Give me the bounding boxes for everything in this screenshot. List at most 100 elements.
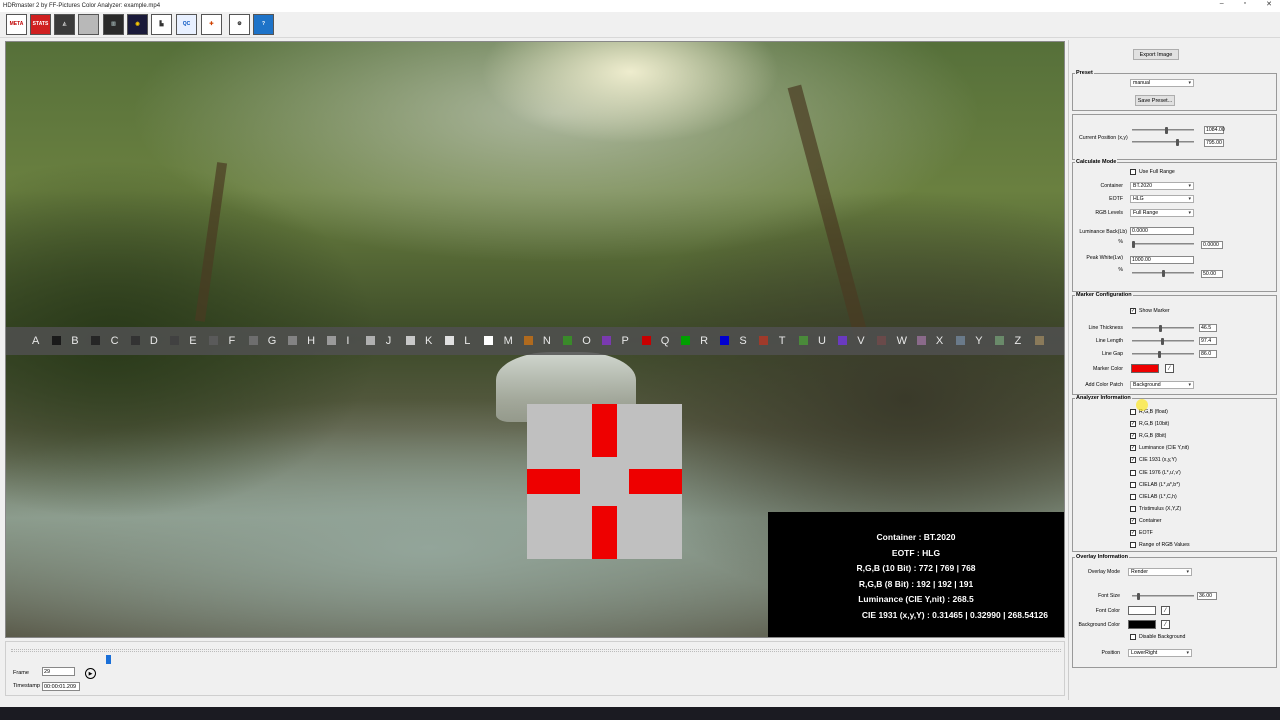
histogram-button[interactable]: ▙	[151, 14, 172, 35]
peak-white-label: Peak White(Lw)	[1086, 255, 1123, 261]
overlay-mode-select[interactable]: Render	[1128, 568, 1192, 576]
color-patch	[248, 336, 258, 345]
marker-config-title: Marker Configuration	[1075, 292, 1133, 298]
eyedropper-icon: ⁄	[1164, 608, 1166, 614]
marker-patch	[527, 404, 682, 559]
color-patch	[995, 336, 1005, 345]
export-image-button[interactable]: Export Image	[1133, 49, 1179, 60]
analyzer-item-checkbox[interactable]: CIELAB (L*,a*,b*)	[1130, 481, 1180, 488]
compare-button[interactable]: ✚	[201, 14, 222, 35]
marker-color-swatch[interactable]	[1131, 364, 1159, 373]
save-preset-button[interactable]: Save Preset...	[1135, 95, 1175, 106]
vectorscope-button[interactable]: ◉	[127, 14, 148, 35]
marker-color-picker-button[interactable]: ⁄	[1165, 364, 1174, 373]
luminance-back-input[interactable]: 0.0000	[1130, 227, 1194, 235]
help-button[interactable]: ?	[253, 14, 274, 35]
analyzer-item-checkbox[interactable]: ✓ EOTF	[1130, 530, 1153, 536]
gamut-button[interactable]: ◭	[54, 14, 75, 35]
background-color-swatch[interactable]	[1128, 620, 1156, 629]
position-y-input[interactable]: 795.00	[1204, 139, 1224, 147]
analyzer-item-checkbox[interactable]: ✓ R,G,B (8bit)	[1130, 433, 1166, 440]
patch-letter: S	[739, 335, 747, 347]
patch-letter: A	[32, 335, 40, 347]
use-full-range-checkbox[interactable]: Use Full Range	[1130, 169, 1175, 175]
timeline-thumb[interactable]	[105, 655, 111, 664]
eotf-label: EOTF	[1109, 196, 1123, 202]
analyzer-item-checkbox[interactable]: ✓ R,G,B (10bit)	[1130, 421, 1169, 428]
add-color-patch-select[interactable]: Background	[1130, 381, 1194, 389]
container-label: Container	[1100, 183, 1124, 189]
show-marker-checkbox[interactable]: ✓ Show Marker	[1130, 308, 1170, 314]
luminance-slider[interactable]	[1132, 241, 1194, 248]
patch-letter: L	[464, 335, 471, 347]
eotf-select[interactable]: HLG	[1130, 195, 1194, 203]
timestamp-input[interactable]: 00:00:01.209	[42, 682, 80, 691]
analyzer-item-checkbox[interactable]: Tristimulus (X,Y,Z)	[1130, 505, 1181, 512]
settings-button[interactable]: ⚙	[229, 14, 250, 35]
overlay-rgb8: R,G,B (8 Bit) : 192 | 192 | 191	[858, 578, 974, 589]
patch-letter: O	[582, 335, 591, 347]
waveform-button[interactable]: ▥	[103, 14, 124, 35]
analyzer-item-checkbox[interactable]: CIELAB (L*,C,h)	[1130, 493, 1177, 500]
stats-button[interactable]: STATS	[30, 14, 51, 35]
frame-input[interactable]: 29	[42, 667, 75, 676]
luminance-pct-input[interactable]: 0.0000	[1201, 241, 1223, 249]
patch-letter: I	[346, 335, 350, 347]
patch-letter: Y	[975, 335, 983, 347]
video-viewer[interactable]: A B C D E F G H I J K L M N O P Q R S T U V W X Y Z Container : B…	[5, 41, 1065, 638]
analyzer-item-checkbox[interactable]: ✓ CIE 1931 (x,y,Y)	[1130, 457, 1177, 464]
patch-letter: D	[149, 335, 158, 347]
analyzer-item-checkbox[interactable]: ✓ Container	[1130, 517, 1162, 524]
position-x-slider[interactable]	[1132, 127, 1194, 134]
line-thickness-slider[interactable]	[1132, 325, 1194, 332]
patch-letter: G	[267, 335, 277, 347]
analyzer-item-checkbox[interactable]: ✓ Luminance (CIE Y,nit)	[1130, 445, 1189, 452]
position-select[interactable]: LowerRight	[1128, 649, 1192, 657]
line-length-slider[interactable]	[1132, 338, 1194, 345]
meta-button[interactable]: META	[6, 14, 27, 35]
position-y-slider[interactable]	[1132, 139, 1194, 146]
color-patch	[955, 336, 965, 345]
color-patch	[523, 336, 533, 345]
analyzer-item-checkbox[interactable]: Range of RGB Values	[1130, 542, 1190, 549]
analyzer-overlay: Container : BT.2020 EOTF : HLG R,G,B (10…	[768, 512, 1064, 637]
qc-button[interactable]: QC	[176, 14, 197, 35]
peak-white-input[interactable]: 1000.00	[1130, 256, 1194, 264]
maximize-button[interactable]: ▫	[1244, 0, 1246, 8]
line-gap-input[interactable]: 86.0	[1199, 350, 1217, 358]
analyzer-item-checkbox[interactable]: R,G,B (float)	[1130, 409, 1168, 415]
color-patch	[327, 336, 337, 345]
play-button[interactable]: ▶	[85, 668, 96, 679]
position-x-input[interactable]: 1084.00	[1204, 126, 1225, 134]
background-color-picker-button[interactable]: ⁄	[1161, 620, 1170, 629]
preset-select[interactable]: manual	[1130, 79, 1194, 87]
container-select[interactable]: BT.2020	[1130, 182, 1194, 190]
color-patch	[680, 336, 690, 345]
background-color-label: Background Color	[1078, 622, 1120, 628]
peak-white-slider[interactable]	[1132, 270, 1194, 277]
peak-pct-input[interactable]: 50.00	[1201, 270, 1223, 278]
font-color-swatch[interactable]	[1128, 606, 1156, 615]
line-thickness-input[interactable]: 46.5	[1199, 324, 1217, 332]
timeline-slider[interactable]	[11, 649, 1061, 664]
close-button[interactable]: ✕	[1266, 0, 1272, 8]
title-bar: HDRmaster 2 by FF-Pictures Color Analyze…	[0, 0, 1280, 12]
patch-letter: E	[189, 335, 197, 347]
rgb-levels-label: RGB Levels	[1095, 210, 1123, 216]
font-size-slider[interactable]	[1132, 593, 1194, 600]
disable-background-checkbox[interactable]: Disable Background	[1130, 634, 1185, 640]
patch-letter: W	[896, 335, 907, 347]
color-patch	[445, 336, 454, 345]
font-color-picker-button[interactable]: ⁄	[1161, 606, 1170, 615]
minimize-button[interactable]: –	[1220, 0, 1224, 8]
line-gap-slider[interactable]	[1132, 351, 1194, 358]
blank-button[interactable]	[78, 14, 99, 35]
preset-title: Preset	[1075, 70, 1094, 76]
marker-color-label: Marker Color	[1093, 366, 1123, 372]
line-length-input[interactable]: 97.4	[1199, 337, 1217, 345]
calculate-mode-group: Calculate Mode Use Full Range Container …	[1072, 159, 1277, 292]
patch-letter: F	[228, 335, 236, 347]
font-size-input[interactable]: 36.00	[1197, 592, 1217, 600]
rgb-levels-select[interactable]: Full Range	[1130, 209, 1194, 217]
analyzer-item-checkbox[interactable]: CIE 1976 (L*,u',v')	[1130, 469, 1181, 476]
